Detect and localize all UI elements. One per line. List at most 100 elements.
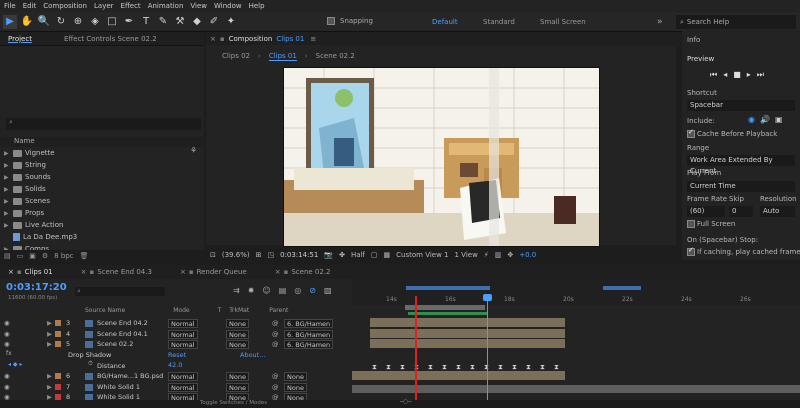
effect-property-value[interactable]: 42.0	[168, 361, 182, 369]
project-item[interactable]: ▶ Props	[0, 207, 204, 219]
pickwhip-icon[interactable]: @	[272, 319, 279, 327]
layer-trkmat-dropdown[interactable]: None	[226, 371, 249, 381]
pickwhip-icon[interactable]: @	[272, 383, 279, 391]
layer-trkmat-dropdown[interactable]: None	[226, 339, 249, 349]
keyframe-marker[interactable]: ⧗	[554, 363, 559, 372]
visibility-eye-icon[interactable]: ◉	[4, 340, 10, 348]
keyframe-marker[interactable]: ⧗	[386, 363, 391, 372]
layer-mode-dropdown[interactable]: Normal	[168, 329, 198, 339]
keyframe-marker[interactable]: ⧗	[540, 363, 545, 372]
camera-tool-icon[interactable]: ⊕	[71, 15, 85, 29]
project-item[interactable]: ▶ Scenes	[0, 195, 204, 207]
selection-tool-icon[interactable]: ▶	[3, 14, 17, 29]
frame-blending-icon[interactable]: ▤	[279, 286, 287, 295]
col-source-name[interactable]: Source Name	[85, 307, 125, 314]
view-dropdown[interactable]: Custom View 1	[396, 251, 448, 259]
tab-effect-controls[interactable]: Effect Controls Scene 02.2	[64, 35, 157, 43]
last-frame-icon[interactable]: ⏭	[757, 70, 764, 80]
project-search-input[interactable]: ⌕	[6, 118, 201, 130]
toggle-switches-modes[interactable]: Toggle Switches / Modes	[200, 400, 267, 406]
full-screen-option[interactable]: Full Screen	[687, 220, 735, 228]
zoom-slider-icon[interactable]: ─○─	[400, 399, 411, 405]
menu-window[interactable]: Window	[214, 2, 242, 10]
timeline-search-input[interactable]: ⌕	[75, 287, 165, 296]
expand-icon[interactable]: ▶	[4, 162, 10, 169]
graph-editor-icon[interactable]: ⊘	[309, 286, 316, 295]
timeline-icon[interactable]: ▥	[495, 251, 502, 259]
expand-icon[interactable]: ▶	[4, 174, 10, 181]
layer-parent-dropdown[interactable]: 6. BG/Hamen	[284, 329, 334, 339]
audio-icon[interactable]: 🔊	[760, 115, 770, 124]
draft-3d-icon[interactable]: ✹	[248, 286, 255, 295]
shortcut-dropdown[interactable]: Spacebar	[687, 100, 795, 111]
snapping-toggle[interactable]: Snapping	[327, 17, 373, 25]
if-caching-option[interactable]: If caching, play cached frames	[687, 246, 800, 256]
expand-icon[interactable]: ▶	[4, 150, 10, 157]
col-parent[interactable]: Parent	[269, 307, 288, 314]
new-comp-icon[interactable]: ▣	[29, 252, 36, 260]
keyframe-marker[interactable]: ⧗	[470, 363, 475, 372]
tab-project[interactable]: Project	[8, 35, 32, 43]
grid-icon[interactable]: ⊞	[256, 251, 262, 259]
layer-bar-white-solid[interactable]	[352, 385, 800, 393]
close-icon[interactable]: ×	[210, 35, 216, 43]
expand-icon[interactable]: ▶	[47, 372, 52, 380]
zoom-level-dropdown[interactable]: (39.6%)	[222, 251, 250, 259]
layer-mode-dropdown[interactable]: Normal	[168, 371, 198, 381]
cache-before-playback-option[interactable]: Cache Before Playback	[687, 128, 777, 138]
layer-row[interactable]: ◉ ▶ 4 Scene End 04.1 Normal None @6. BG/Hamen	[0, 329, 350, 339]
project-item[interactable]: ▶ Solids	[0, 183, 204, 195]
view-layout-dropdown[interactable]: 1 View	[455, 251, 478, 259]
pickwhip-icon[interactable]: @	[272, 372, 279, 380]
label-color-swatch[interactable]	[55, 320, 61, 326]
expand-icon[interactable]: ▶	[4, 186, 10, 193]
if-caching-checkbox[interactable]	[687, 246, 695, 256]
graph-icon[interactable]: ▨	[324, 286, 332, 295]
layer-row[interactable]: ◉ ▶ 5 Scene 02.2 Normal None @6. BG/Hamen	[0, 339, 350, 349]
menu-icon[interactable]: ≡	[310, 35, 316, 43]
col-mode[interactable]: Mode	[173, 307, 189, 314]
region-of-interest-icon[interactable]: ▢	[371, 251, 378, 259]
menu-help[interactable]: Help	[249, 2, 265, 10]
expand-icon[interactable]: ▶	[47, 330, 52, 338]
visibility-eye-icon[interactable]: ◉	[4, 330, 10, 338]
layer-bar-bg[interactable]	[352, 371, 565, 380]
frame-rate-dropdown[interactable]: (60)	[687, 206, 725, 217]
layer-trkmat-dropdown[interactable]: None	[226, 329, 249, 339]
timeline-tab[interactable]: × ▪ Clips 01	[8, 268, 53, 276]
layer-row[interactable]: ◉ ▶ 3 Scene End 04.2 Normal None @6. BG/Hamen	[0, 318, 350, 328]
show-channel-icon[interactable]: ✤	[339, 251, 345, 259]
project-item[interactable]: La Da Dee.mp3	[0, 231, 204, 243]
current-timecode[interactable]: 0:03:14:51	[280, 251, 318, 259]
layer-name[interactable]: BG/Hame...1 BG.psd	[97, 372, 163, 380]
layer-row[interactable]: ◉ ▶ 6 BG/Hame...1 BG.psd Normal None @ None	[0, 371, 350, 381]
visibility-eye-icon[interactable]: ◉	[4, 372, 10, 380]
layer-mode-dropdown[interactable]: Normal	[168, 382, 198, 392]
timeline-tab[interactable]: × ▪ Scene 02.2	[275, 268, 331, 276]
keyframe-marker[interactable]: ⧗	[400, 363, 405, 372]
workspace-default[interactable]: Default	[432, 18, 458, 26]
project-item[interactable]: ▶ Live Action	[0, 219, 204, 231]
project-settings-icon[interactable]: ⚙	[42, 252, 48, 260]
resolution-dropdown[interactable]: Half	[351, 251, 365, 259]
project-item[interactable]: ▶ String	[0, 159, 204, 171]
viewer-tab-scene-02-2[interactable]: Scene 02.2	[316, 52, 355, 60]
prev-frame-icon[interactable]: ◂	[723, 70, 727, 80]
layer-bar-scene-end-04-1[interactable]	[370, 329, 565, 338]
eraser-tool-icon[interactable]: ◆	[190, 15, 204, 29]
close-icon[interactable]: ×	[8, 268, 14, 276]
menu-file[interactable]: File	[4, 2, 16, 10]
hand-tool-icon[interactable]: ✋	[20, 15, 34, 29]
layer-parent-dropdown[interactable]: 6. BG/Hamen	[284, 339, 334, 349]
layer-mode-dropdown[interactable]: Normal	[168, 318, 198, 328]
exposure-value[interactable]: +0.0	[519, 251, 536, 259]
workspace-small-screen[interactable]: Small Screen	[540, 18, 586, 26]
overlay-icon[interactable]: ▣	[775, 115, 783, 124]
interpret-footage-icon[interactable]: ▤	[4, 252, 11, 260]
skip-dropdown[interactable]: 0	[729, 206, 753, 217]
expand-icon[interactable]: ▶	[47, 319, 52, 327]
project-item[interactable]: ▶ Sounds	[0, 171, 204, 183]
layer-name[interactable]: Scene End 04.1	[97, 330, 148, 338]
hide-shy-layers-icon[interactable]: ☺	[262, 286, 270, 295]
stop-icon[interactable]: ■	[733, 70, 741, 80]
